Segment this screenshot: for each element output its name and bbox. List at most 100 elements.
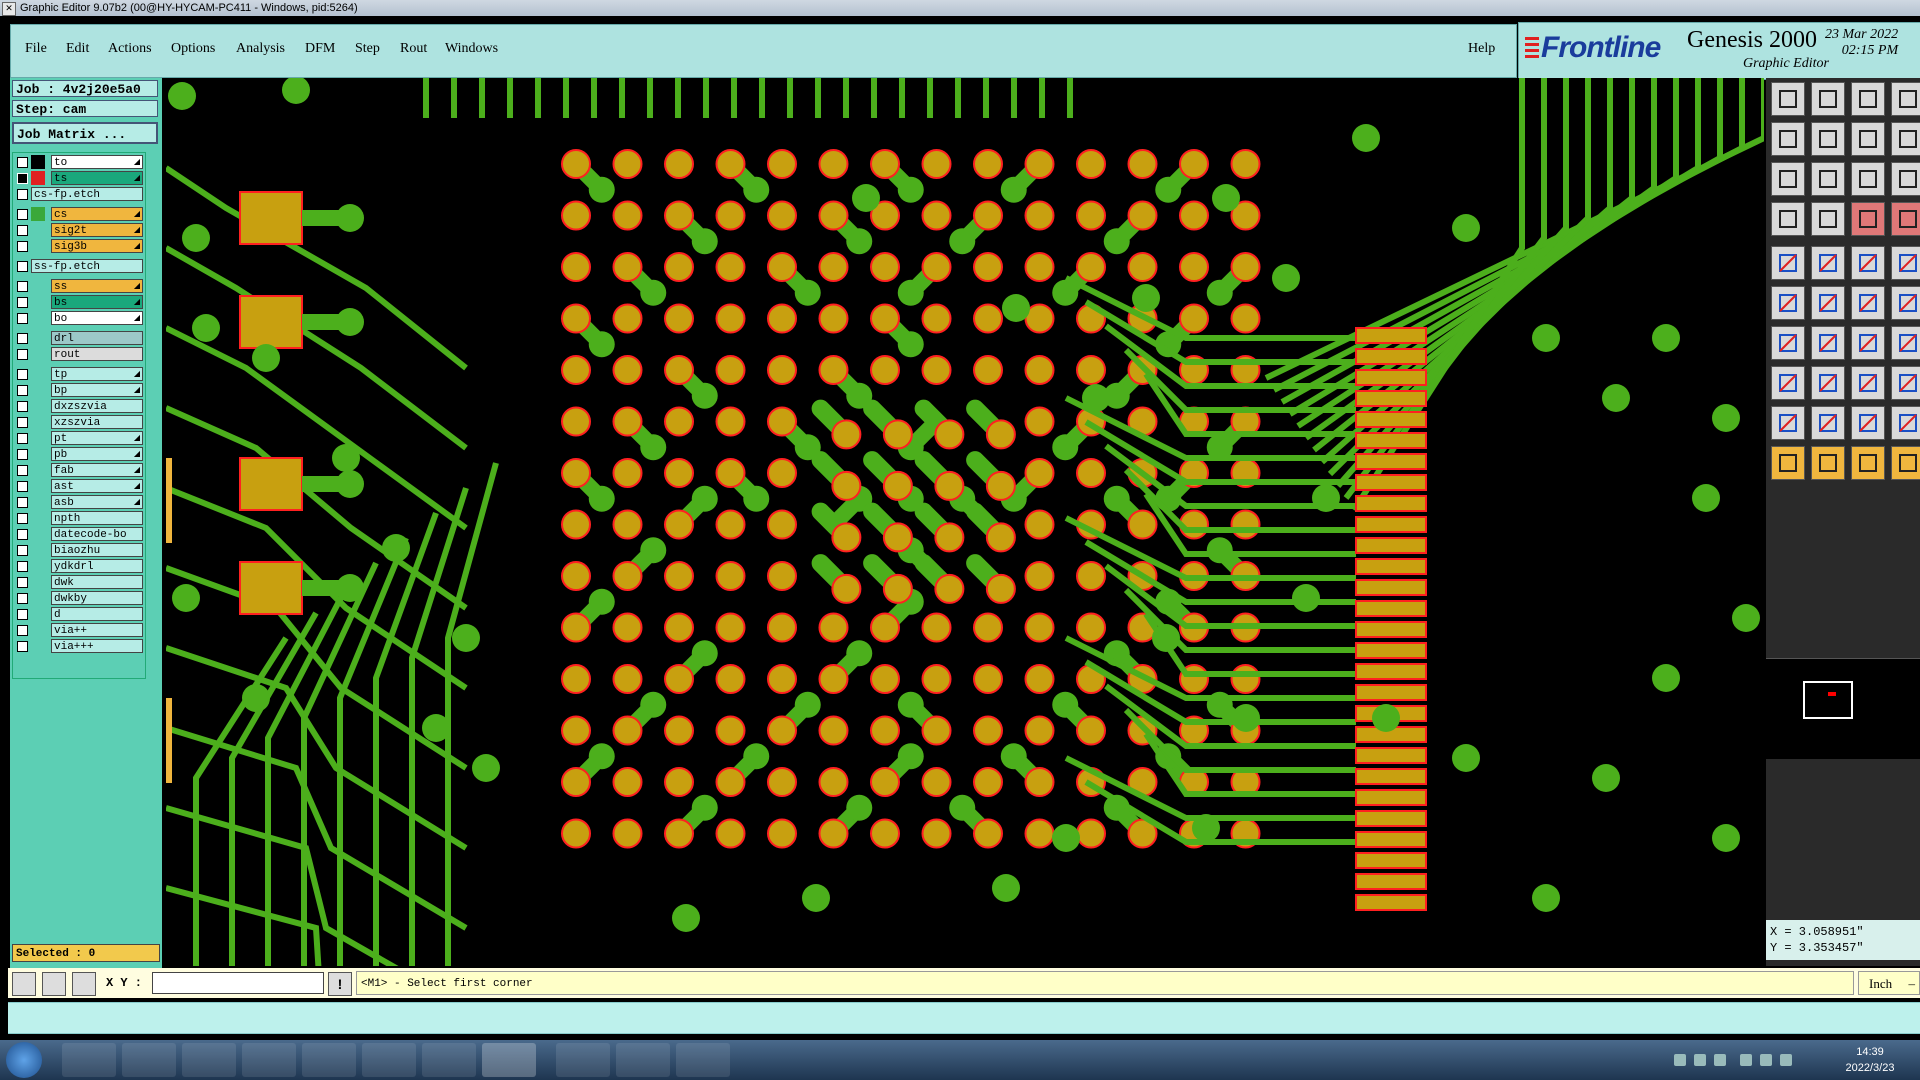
tray-ime-icon[interactable] [1714,1054,1726,1066]
tool-fit-icon[interactable] [1771,162,1805,196]
layer-name[interactable]: sig2t ◢ [51,223,143,237]
tool-move-copy-icon[interactable] [1851,366,1885,400]
layer-row-dwk[interactable]: dwk [15,575,143,589]
layer-row-bo[interactable]: bo ◢ [15,311,143,325]
layer-row-ss[interactable]: ss ◢ [15,279,143,293]
layer-name[interactable]: asb ◢ [51,495,143,509]
layer-checkbox[interactable] [17,349,28,360]
layer-name[interactable]: via++ [51,623,143,637]
layer-checkbox[interactable] [17,225,28,236]
taskbar-app-word[interactable] [556,1043,610,1077]
layer-row-bp[interactable]: bp ◢ [15,383,143,397]
tool-edit-icon[interactable] [1811,246,1845,280]
layer-row-via+++[interactable]: via+++ [15,639,143,653]
layer-name[interactable]: fab ◢ [51,463,143,477]
taskbar-app-red-g[interactable] [362,1043,416,1077]
layer-checkbox[interactable] [17,465,28,476]
tool-zoom-prev-icon[interactable] [1771,122,1805,156]
warning-button[interactable]: ! [328,972,352,996]
layer-checkbox[interactable] [17,481,28,492]
tool-query-icon[interactable] [1891,162,1920,196]
layer-row-pb[interactable]: pb ◢ [15,447,143,461]
layer-name[interactable]: pb ◢ [51,447,143,461]
tool-curve-icon[interactable] [1851,326,1885,360]
tool-polygon-4-icon[interactable] [1891,406,1920,440]
job-matrix-button[interactable]: Job Matrix ... [12,122,158,144]
overview-minimap[interactable] [1766,658,1920,759]
menu-dfm[interactable]: DFM [305,41,335,57]
tool-pad-icon[interactable] [1891,246,1920,280]
layer-row-dwkby[interactable]: dwkby [15,591,143,605]
layer-checkbox[interactable] [17,561,28,572]
layer-checkbox[interactable] [17,641,28,652]
layer-row-biaozhu[interactable]: biaozhu [15,543,143,557]
layer-row-to[interactable]: to ◢ [15,155,143,169]
layer-row-asb[interactable]: asb ◢ [15,495,143,509]
layer-checkbox[interactable] [17,369,28,380]
taskbar-app-fish2[interactable] [616,1043,670,1077]
layer-checkbox[interactable] [17,577,28,588]
tool-connect-icon[interactable] [1891,326,1920,360]
layer-row-bs[interactable]: bs ◢ [15,295,143,309]
taskbar-app-messenger[interactable] [182,1043,236,1077]
taskbar-app-excel[interactable] [676,1043,730,1077]
tray-network-icon[interactable] [1780,1054,1792,1066]
menu-options[interactable]: Options [171,41,215,57]
layer-name[interactable]: ts ◢ [51,171,143,185]
menu-help[interactable]: Help [1468,41,1495,57]
layer-name[interactable]: d [51,607,143,621]
taskbar-app-notepad[interactable] [122,1043,176,1077]
layer-row-sig3b[interactable]: sig3b ◢ [15,239,143,253]
tray-flag-icon[interactable] [1740,1054,1752,1066]
tool-window-icon[interactable] [1891,82,1920,116]
layer-row-drl[interactable]: drl [15,331,143,345]
layer-name[interactable]: pt ◢ [51,431,143,445]
start-button[interactable] [6,1042,42,1078]
layer-name[interactable]: bp ◢ [51,383,143,397]
layer-row-ydkdrl[interactable]: ydkdrl [15,559,143,573]
tool-arrow-2-icon[interactable] [1811,446,1845,480]
layer-name[interactable]: bs ◢ [51,295,143,309]
layer-name[interactable]: biaozhu [51,543,143,557]
layer-checkbox[interactable] [17,157,28,168]
layer-checkbox[interactable] [17,173,28,184]
tool-minus-icon[interactable] [1811,366,1845,400]
tool-zoom-area-icon[interactable] [1891,122,1920,156]
layer-name[interactable]: npth [51,511,143,525]
layer-checkbox[interactable] [17,189,28,200]
tray-keyboard-icon[interactable] [1674,1054,1686,1066]
layer-name[interactable]: cs ◢ [51,207,143,221]
layer-name[interactable]: xzszvia [51,415,143,429]
menu-edit[interactable]: Edit [66,41,89,57]
tray-help-icon[interactable] [1694,1054,1706,1066]
layer-name[interactable]: dxzszvia [51,399,143,413]
tool-line-add-icon[interactable] [1851,286,1885,320]
layer-row-ts[interactable]: ts ◢ [15,171,143,185]
layer-checkbox[interactable] [17,333,28,344]
layer-row-dxzszvia[interactable]: dxzszvia [15,399,143,413]
tool-select-icon[interactable] [1771,246,1805,280]
tool-route-icon[interactable] [1851,202,1885,236]
tool-one-to-one-icon[interactable] [1851,162,1885,196]
layer-row-d[interactable]: d [15,607,143,621]
layer-name[interactable]: drl [51,331,143,345]
tool-delete-icon[interactable] [1811,286,1845,320]
tool-pad-edit-icon[interactable] [1771,366,1805,400]
layer-checkbox[interactable] [17,281,28,292]
taskbar-app-p[interactable] [242,1043,296,1077]
menu-file[interactable]: File [25,41,47,57]
layer-checkbox[interactable] [17,313,28,324]
tool-home-icon[interactable] [1851,82,1885,116]
layer-checkbox[interactable] [17,593,28,604]
layer-name[interactable]: rout [51,347,143,361]
tool-snap-icon[interactable] [1771,202,1805,236]
tool-zoom-next-icon[interactable] [1811,122,1845,156]
layer-row-npth[interactable]: npth [15,511,143,525]
menu-step[interactable]: Step [355,41,380,57]
minimap-view-box[interactable] [1803,681,1853,719]
tool-arrow-icon[interactable] [1771,446,1805,480]
tool-layer-up-icon[interactable] [1771,82,1805,116]
tool-zoom-in-icon[interactable] [1811,162,1845,196]
app-icon[interactable]: ✕ [2,2,16,16]
tool-polygon-3-icon[interactable] [1851,406,1885,440]
